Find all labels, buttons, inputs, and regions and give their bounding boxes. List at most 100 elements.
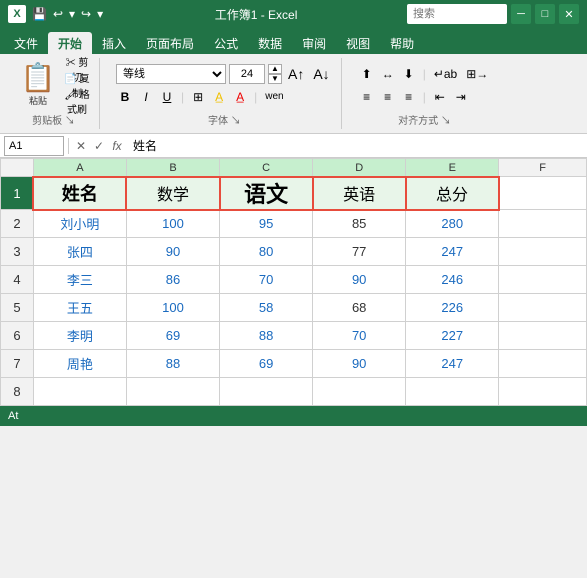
cell-b2[interactable]: 100 — [126, 210, 219, 238]
italic-button[interactable]: I — [137, 87, 155, 107]
paste-button[interactable]: 📋 粘贴 — [16, 61, 60, 109]
col-header-c[interactable]: C — [220, 159, 313, 177]
cell-e7[interactable]: 247 — [406, 350, 499, 378]
font-shrink-button[interactable]: A↓ — [310, 64, 332, 84]
cell-c6[interactable]: 88 — [220, 322, 313, 350]
cell-e8[interactable] — [406, 378, 499, 406]
cell-a2[interactable]: 刘小明 — [33, 210, 126, 238]
font-size-increase-button[interactable]: ▲ — [268, 64, 282, 74]
cell-a3[interactable]: 张四 — [33, 238, 126, 266]
cell-f8[interactable] — [499, 378, 587, 406]
cell-reference-box[interactable]: A1 — [4, 136, 64, 156]
font-size-decrease-button[interactable]: ▼ — [268, 74, 282, 84]
underline-button[interactable]: U — [158, 87, 176, 107]
row-num-2[interactable]: 2 — [1, 210, 34, 238]
row-num-3[interactable]: 3 — [1, 238, 34, 266]
formula-input[interactable] — [129, 136, 583, 156]
cell-a5[interactable]: 王五 — [33, 294, 126, 322]
cancel-formula-icon[interactable]: ✕ — [73, 138, 89, 154]
cell-e4[interactable]: 246 — [406, 266, 499, 294]
undo-dropdown[interactable]: ▾ — [67, 5, 77, 23]
tab-formulas[interactable]: 公式 — [204, 32, 248, 54]
cell-c8[interactable] — [220, 378, 313, 406]
wrap-text-button[interactable]: ↵ab — [431, 64, 460, 84]
cell-f5[interactable] — [499, 294, 587, 322]
customize-quick-access[interactable]: ▾ — [95, 5, 105, 23]
cell-f7[interactable] — [499, 350, 587, 378]
cell-e2[interactable]: 280 — [406, 210, 499, 238]
bold-button[interactable]: B — [116, 87, 134, 107]
tab-page-layout[interactable]: 页面布局 — [136, 32, 204, 54]
insert-function-icon[interactable]: fx — [109, 138, 125, 154]
row-num-5[interactable]: 5 — [1, 294, 34, 322]
col-header-d[interactable]: D — [313, 159, 406, 177]
align-bottom-button[interactable]: ⬇ — [400, 64, 418, 84]
cell-f3[interactable] — [499, 238, 587, 266]
cell-a7[interactable]: 周艳 — [33, 350, 126, 378]
cell-d7[interactable]: 90 — [313, 350, 406, 378]
cell-c5[interactable]: 58 — [220, 294, 313, 322]
row-num-8[interactable]: 8 — [1, 378, 34, 406]
align-middle-button[interactable]: ↔ — [379, 64, 397, 84]
border-button[interactable]: ⊞ — [189, 87, 207, 107]
cell-c1[interactable]: 语文 — [220, 177, 313, 210]
cell-d6[interactable]: 70 — [313, 322, 406, 350]
cell-f4[interactable] — [499, 266, 587, 294]
cell-e6[interactable]: 227 — [406, 322, 499, 350]
increase-indent-button[interactable]: ⇥ — [452, 87, 470, 107]
decrease-indent-button[interactable]: ⇤ — [431, 87, 449, 107]
cell-f2[interactable] — [499, 210, 587, 238]
cell-a4[interactable]: 李三 — [33, 266, 126, 294]
merge-button[interactable]: ⊞→ — [463, 64, 491, 84]
close-button[interactable]: ✕ — [559, 4, 579, 24]
cell-c7[interactable]: 69 — [220, 350, 313, 378]
cell-d4[interactable]: 90 — [313, 266, 406, 294]
align-top-button[interactable]: ⬆ — [358, 64, 376, 84]
row-num-7[interactable]: 7 — [1, 350, 34, 378]
font-grow-button[interactable]: A↑ — [285, 64, 307, 84]
cell-e3[interactable]: 247 — [406, 238, 499, 266]
undo-button[interactable]: ↩ — [51, 5, 65, 23]
confirm-formula-icon[interactable]: ✓ — [91, 138, 107, 154]
wen-button[interactable]: wen — [262, 87, 286, 107]
font-size-input[interactable] — [229, 64, 265, 84]
cell-b4[interactable]: 86 — [126, 266, 219, 294]
fill-color-button[interactable]: A̲ — [210, 87, 228, 107]
col-header-f[interactable]: F — [499, 159, 587, 177]
font-color-button[interactable]: A̲ — [231, 87, 249, 107]
search-input[interactable] — [407, 4, 507, 24]
format-painter-button[interactable]: 🖌 格式刷 — [63, 94, 91, 108]
cell-d2[interactable]: 85 — [313, 210, 406, 238]
cell-a6[interactable]: 李明 — [33, 322, 126, 350]
minimize-button[interactable]: ─ — [511, 4, 531, 24]
maximize-button[interactable]: □ — [535, 4, 555, 24]
tab-insert[interactable]: 插入 — [92, 32, 136, 54]
tab-data[interactable]: 数据 — [248, 32, 292, 54]
cell-b6[interactable]: 69 — [126, 322, 219, 350]
tab-file[interactable]: 文件 — [4, 32, 48, 54]
cell-e1[interactable]: 总分 — [406, 177, 499, 210]
cell-b1[interactable]: 数学 — [126, 177, 219, 210]
cell-c3[interactable]: 80 — [220, 238, 313, 266]
col-header-b[interactable]: B — [126, 159, 219, 177]
cell-d8[interactable] — [313, 378, 406, 406]
cell-f6[interactable] — [499, 322, 587, 350]
row-num-4[interactable]: 4 — [1, 266, 34, 294]
cell-b7[interactable]: 88 — [126, 350, 219, 378]
cell-b3[interactable]: 90 — [126, 238, 219, 266]
tab-home[interactable]: 开始 — [48, 32, 92, 54]
cell-d1[interactable]: 英语 — [313, 177, 406, 210]
cell-d5[interactable]: 68 — [313, 294, 406, 322]
row-num-6[interactable]: 6 — [1, 322, 34, 350]
cell-f1[interactable] — [499, 177, 587, 210]
align-right-button[interactable]: ≡ — [400, 87, 418, 107]
col-header-e[interactable]: E — [406, 159, 499, 177]
cell-d3[interactable]: 77 — [313, 238, 406, 266]
redo-button[interactable]: ↪ — [79, 5, 93, 23]
col-header-a[interactable]: A — [33, 159, 126, 177]
cell-b5[interactable]: 100 — [126, 294, 219, 322]
cell-a1[interactable]: 姓名 — [33, 177, 126, 210]
cell-c2[interactable]: 95 — [220, 210, 313, 238]
align-left-button[interactable]: ≡ — [358, 87, 376, 107]
font-family-select[interactable]: 等线 — [116, 64, 226, 84]
